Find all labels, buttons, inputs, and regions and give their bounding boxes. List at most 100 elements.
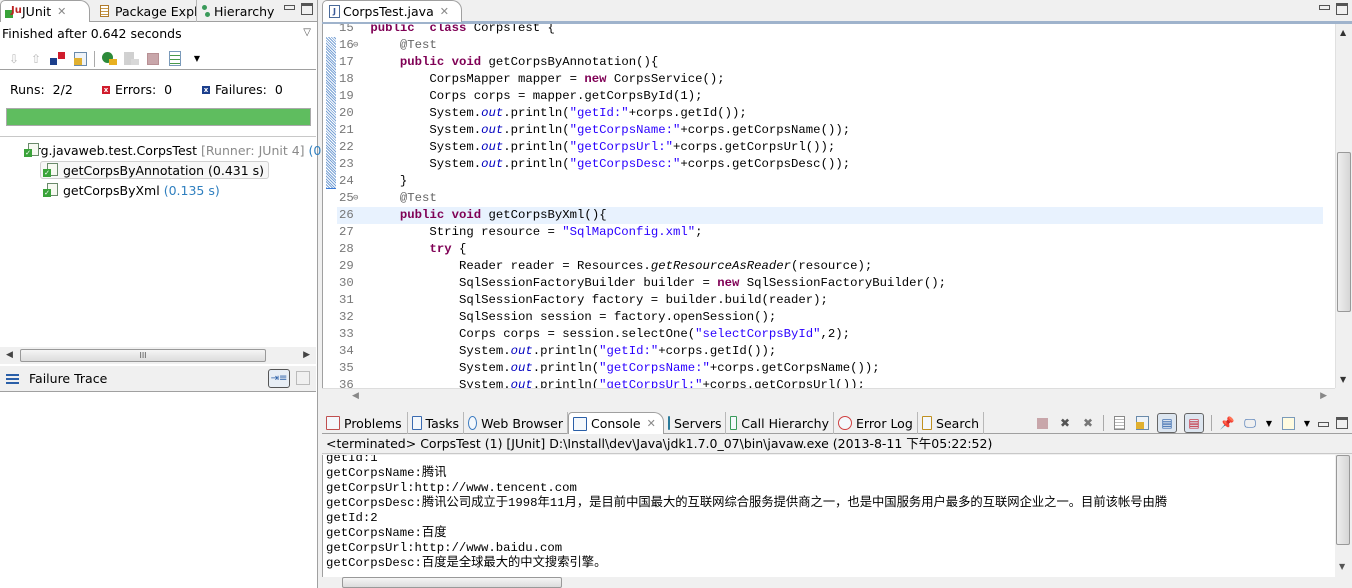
filter-stack-trace-button[interactable]: ⇥≡ xyxy=(268,369,290,388)
console-horizontal-scrollbar[interactable] xyxy=(322,577,1335,588)
tab-search[interactable]: Search xyxy=(918,412,984,434)
scroll-down-icon[interactable]: ▼ xyxy=(1340,375,1346,384)
fold-toggle-icon[interactable]: ⊖ xyxy=(353,37,358,54)
maximize-button[interactable] xyxy=(1336,417,1348,429)
failure-trace-header: Failure Trace ⇥≡ xyxy=(0,366,316,392)
code-line[interactable]: 21 System.out.println("getCorpsName:"+co… xyxy=(337,122,1323,139)
rerun-test-icon[interactable] xyxy=(101,51,117,67)
code-area[interactable]: 15 public class CorpsTest {16 ⊖ @Test 17 p… xyxy=(322,24,1352,388)
code-line[interactable]: 27 String resource = "SqlMapConfig.xml"; xyxy=(337,224,1323,241)
code-token: getCorpsByAnnotation(){ xyxy=(481,55,659,69)
close-icon[interactable]: ✕ xyxy=(57,5,66,18)
tree-test-row[interactable]: ✓ getCorpsByAnnotation (0.431 s) xyxy=(0,160,316,180)
code-line[interactable]: 26 public void getCorpsByXml(){ xyxy=(337,207,1323,224)
scrollbar-thumb[interactable] xyxy=(1336,455,1350,545)
tab-console[interactable]: Console ✕ xyxy=(568,412,664,434)
scroll-left-icon[interactable]: ◀ xyxy=(352,391,359,401)
code-line[interactable]: 16 ⊖ @Test xyxy=(337,37,1323,54)
scroll-right-icon[interactable]: ▶ xyxy=(1320,391,1327,401)
tab-corpstest-java[interactable]: J CorpsTest.java ✕ xyxy=(322,0,462,22)
editor-horizontal-scrollbar[interactable]: ◀ ▶ xyxy=(322,388,1335,405)
scroll-lock-icon[interactable] xyxy=(1134,415,1150,431)
close-icon[interactable]: ✕ xyxy=(647,417,656,430)
code-line[interactable]: 23 System.out.println("getCorpsDesc:"+co… xyxy=(337,156,1323,173)
minimize-button[interactable] xyxy=(1318,421,1329,427)
maximize-button[interactable] xyxy=(301,3,313,15)
remove-all-terminated-icon[interactable]: ✖ xyxy=(1080,415,1096,431)
scrollbar-thumb[interactable]: III xyxy=(20,349,266,362)
scrollbar-thumb[interactable] xyxy=(342,577,562,588)
code-line[interactable]: 22 System.out.println("getCorpsUrl:"+cor… xyxy=(337,139,1323,156)
show-on-stdout-icon[interactable]: ▤ xyxy=(1157,413,1177,433)
clear-console-icon[interactable] xyxy=(1111,415,1127,431)
console-toolbar: ✖ ✖ ▤ ▤ 📌 🖵 ▼ ▼ xyxy=(1034,413,1348,433)
tree-suite-row[interactable]: ✓ org.javaweb.test.CorpsTest [Runner: JU… xyxy=(0,140,321,160)
tree-test-row[interactable]: ✓ getCorpsByXml (0.135 s) xyxy=(0,180,316,200)
tab-hierarchy[interactable]: Hierarchy xyxy=(196,0,274,22)
suite-name: org.javaweb.test.CorpsTest xyxy=(28,142,198,158)
tab-call-hierarchy[interactable]: Call Hierarchy xyxy=(726,412,834,434)
tab-junit[interactable]: Ju JUnit ✕ xyxy=(0,0,90,22)
scroll-right-icon[interactable]: ▶ xyxy=(303,350,310,360)
tab-package-explorer[interactable]: Package Expl xyxy=(96,0,198,22)
terminate-icon[interactable] xyxy=(1034,415,1050,431)
open-console-dropdown-icon[interactable]: ▼ xyxy=(1303,415,1311,431)
code-line[interactable]: 19 Corps corps = mapper.getCorpsById(1); xyxy=(337,88,1323,105)
tree-horizontal-scrollbar[interactable]: ◀ III ▶ xyxy=(0,347,316,364)
scroll-left-icon[interactable]: ◀ xyxy=(6,350,13,360)
remove-launch-icon[interactable]: ✖ xyxy=(1057,415,1073,431)
tab-tasks[interactable]: Tasks xyxy=(408,412,464,434)
code-line[interactable]: 32 SqlSession session = factory.openSess… xyxy=(337,309,1323,326)
tab-servers[interactable]: Servers xyxy=(664,412,726,434)
stop-icon[interactable] xyxy=(145,51,161,67)
tab-error-log[interactable]: Error Log xyxy=(834,412,918,434)
code-line[interactable]: 34 System.out.println("getId:"+corps.get… xyxy=(337,343,1323,360)
minimize-button[interactable] xyxy=(1319,5,1330,10)
view-menu-icon[interactable]: ▽ xyxy=(303,27,311,38)
pin-console-icon[interactable]: 📌 xyxy=(1219,415,1235,431)
line-number: 19 xyxy=(339,89,354,103)
display-console-dropdown-icon[interactable]: ▼ xyxy=(1265,415,1273,431)
code-token: Corps corps = mapper.getCorpsById(1); xyxy=(370,89,703,103)
code-line[interactable]: 24 } xyxy=(337,173,1323,190)
code-line[interactable]: 17 public void getCorpsByAnnotation(){ xyxy=(337,54,1323,71)
maximize-button[interactable] xyxy=(1336,3,1348,15)
selected-test[interactable]: ✓ getCorpsByAnnotation (0.431 s) xyxy=(40,161,270,179)
console-output[interactable]: getId:1 getCorpsName:腾讯 getCorpsUrl:http:/… xyxy=(322,455,1335,577)
fold-toggle-icon[interactable]: ⊖ xyxy=(353,190,358,207)
code-line[interactable]: 35 System.out.println("getCorpsName:"+co… xyxy=(337,360,1323,377)
display-console-icon[interactable]: 🖵 xyxy=(1242,415,1258,431)
editor-vertical-scrollbar[interactable]: ▲ ▼ xyxy=(1335,24,1352,388)
code-token: +corps.getId()); xyxy=(628,106,747,120)
code-line[interactable]: 20 System.out.println("getId:"+corps.get… xyxy=(337,105,1323,122)
scrollbar-thumb[interactable] xyxy=(1337,152,1351,312)
scroll-down-icon[interactable]: ▼ xyxy=(1339,562,1345,571)
tab-web-browser[interactable]: Web Browser xyxy=(464,412,568,434)
console-vertical-scrollbar[interactable]: ▼ xyxy=(1335,455,1352,577)
code-line[interactable]: 33 Corps corps = session.selectOne("sele… xyxy=(337,326,1323,343)
tab-problems[interactable]: Problems xyxy=(322,412,408,434)
scroll-lock-icon[interactable] xyxy=(72,51,88,67)
previous-failure-icon[interactable]: ⇧ xyxy=(28,51,44,67)
code-line[interactable]: 36 System.out.println("getCorpsUrl:"+cor… xyxy=(337,377,1323,388)
close-icon[interactable]: ✕ xyxy=(440,5,449,18)
rerun-failed-first-icon[interactable] xyxy=(123,51,139,67)
show-failures-only-icon[interactable] xyxy=(50,51,66,67)
test-run-history-icon[interactable] xyxy=(167,51,183,67)
code-line[interactable]: 18 CorpsMapper mapper = new CorpsService… xyxy=(337,71,1323,88)
code-line[interactable]: 31 SqlSessionFactory factory = builder.b… xyxy=(337,292,1323,309)
next-failure-icon[interactable]: ⇩ xyxy=(6,51,22,67)
compare-results-button[interactable] xyxy=(296,371,310,385)
minimize-button[interactable] xyxy=(284,5,295,10)
show-on-stderr-icon[interactable]: ▤ xyxy=(1184,413,1204,433)
code-token: CorpsMapper mapper = xyxy=(370,72,585,86)
code-line[interactable]: 15 public class CorpsTest { xyxy=(337,24,1323,37)
code-line[interactable]: 28 try { xyxy=(337,241,1323,258)
code-line[interactable]: 30 SqlSessionFactoryBuilder builder = ne… xyxy=(337,275,1323,292)
open-console-icon[interactable] xyxy=(1280,415,1296,431)
test-timing: (0.135 s) xyxy=(163,182,220,198)
code-line[interactable]: 25 ⊖ @Test xyxy=(337,190,1323,207)
scroll-up-icon[interactable]: ▲ xyxy=(1340,28,1346,37)
view-menu-dropdown-icon[interactable]: ▼ xyxy=(189,51,205,67)
code-line[interactable]: 29 Reader reader = Resources.getResource… xyxy=(337,258,1323,275)
